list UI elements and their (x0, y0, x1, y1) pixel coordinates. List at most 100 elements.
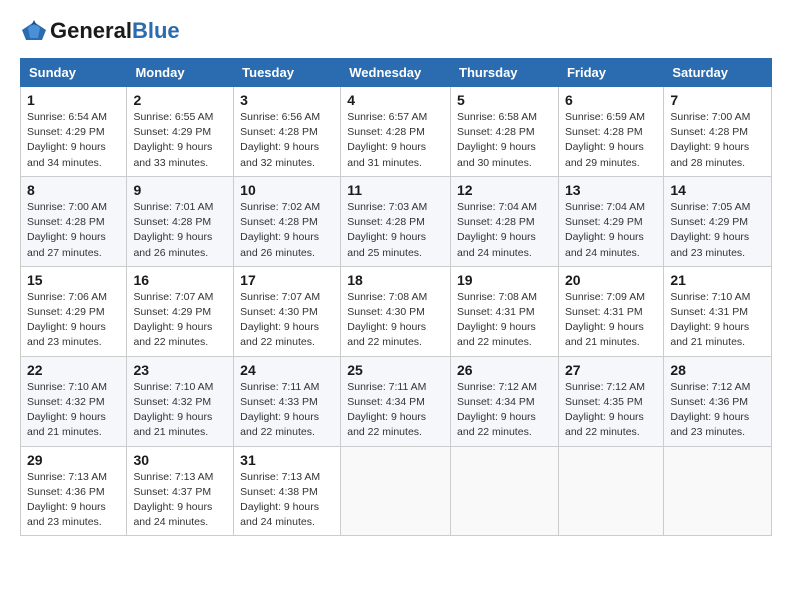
day-detail: Sunrise: 6:56 AMSunset: 4:28 PMDaylight:… (240, 110, 334, 171)
calendar-cell: 19 Sunrise: 7:08 AMSunset: 4:31 PMDayligh… (451, 266, 559, 356)
day-number: 26 (457, 362, 552, 378)
day-detail: Sunrise: 7:13 AMSunset: 4:36 PMDaylight:… (27, 470, 120, 531)
weekday-header-row: SundayMondayTuesdayWednesdayThursdayFrid… (21, 59, 772, 87)
day-detail: Sunrise: 7:09 AMSunset: 4:31 PMDaylight:… (565, 290, 657, 351)
weekday-thursday: Thursday (451, 59, 559, 87)
weekday-tuesday: Tuesday (234, 59, 341, 87)
day-detail: Sunrise: 7:11 AMSunset: 4:34 PMDaylight:… (347, 380, 444, 441)
day-number: 10 (240, 182, 334, 198)
day-detail: Sunrise: 7:04 AMSunset: 4:28 PMDaylight:… (457, 200, 552, 261)
calendar-cell: 12 Sunrise: 7:04 AMSunset: 4:28 PMDayligh… (451, 176, 559, 266)
day-number: 29 (27, 452, 120, 468)
day-detail: Sunrise: 7:07 AMSunset: 4:30 PMDaylight:… (240, 290, 334, 351)
day-detail: Sunrise: 7:07 AMSunset: 4:29 PMDaylight:… (133, 290, 227, 351)
calendar-cell: 16 Sunrise: 7:07 AMSunset: 4:29 PMDayligh… (127, 266, 234, 356)
logo-general: General (50, 18, 132, 43)
day-number: 7 (670, 92, 765, 108)
calendar-cell: 28Sunrise: 7:12 AMSunset: 4:36 PMDayligh… (664, 356, 772, 446)
week-row-2: 8 Sunrise: 7:00 AMSunset: 4:28 PMDaylight… (21, 176, 772, 266)
calendar-cell: 24 Sunrise: 7:11 AMSunset: 4:33 PMDayligh… (234, 356, 341, 446)
weekday-monday: Monday (127, 59, 234, 87)
day-number: 3 (240, 92, 334, 108)
calendar-cell: 14 Sunrise: 7:05 AMSunset: 4:29 PMDayligh… (664, 176, 772, 266)
day-number: 19 (457, 272, 552, 288)
day-number: 12 (457, 182, 552, 198)
day-detail: Sunrise: 6:57 AMSunset: 4:28 PMDaylight:… (347, 110, 444, 171)
calendar-cell: 15 Sunrise: 7:06 AMSunset: 4:29 PMDayligh… (21, 266, 127, 356)
calendar-cell: 9 Sunrise: 7:01 AMSunset: 4:28 PMDaylight… (127, 176, 234, 266)
calendar-cell: 10Sunrise: 7:02 AMSunset: 4:28 PMDayligh… (234, 176, 341, 266)
day-number: 5 (457, 92, 552, 108)
day-detail: Sunrise: 7:13 AMSunset: 4:37 PMDaylight:… (133, 470, 227, 531)
logo: GeneralBlue (20, 18, 180, 44)
week-row-1: 1Sunrise: 6:54 AMSunset: 4:29 PMDaylight… (21, 87, 772, 177)
week-row-5: 29 Sunrise: 7:13 AMSunset: 4:36 PMDayligh… (21, 446, 772, 536)
day-detail: Sunrise: 7:00 AMSunset: 4:28 PMDaylight:… (27, 200, 120, 261)
weekday-saturday: Saturday (664, 59, 772, 87)
day-detail: Sunrise: 7:10 AMSunset: 4:32 PMDaylight:… (27, 380, 120, 441)
day-detail: Sunrise: 7:13 AMSunset: 4:38 PMDaylight:… (240, 470, 334, 531)
calendar-cell: 8 Sunrise: 7:00 AMSunset: 4:28 PMDaylight… (21, 176, 127, 266)
day-detail: Sunrise: 7:10 AMSunset: 4:32 PMDaylight:… (133, 380, 227, 441)
day-detail: Sunrise: 7:04 AMSunset: 4:29 PMDaylight:… (565, 200, 657, 261)
day-number: 8 (27, 182, 120, 198)
day-detail: Sunrise: 7:00 AMSunset: 4:28 PMDaylight:… (670, 110, 765, 171)
week-row-4: 22 Sunrise: 7:10 AMSunset: 4:32 PMDayligh… (21, 356, 772, 446)
day-number: 2 (133, 92, 227, 108)
calendar-cell: 1Sunrise: 6:54 AMSunset: 4:29 PMDaylight… (21, 87, 127, 177)
day-detail: Sunrise: 7:08 AMSunset: 4:31 PMDaylight:… (457, 290, 552, 351)
day-detail: Sunrise: 7:06 AMSunset: 4:29 PMDaylight:… (27, 290, 120, 351)
calendar-cell: 26 Sunrise: 7:12 AMSunset: 4:34 PMDayligh… (451, 356, 559, 446)
day-number: 25 (347, 362, 444, 378)
day-detail: Sunrise: 7:12 AMSunset: 4:36 PMDaylight:… (670, 380, 765, 441)
calendar-cell: 13Sunrise: 7:04 AMSunset: 4:29 PMDayligh… (558, 176, 663, 266)
page: GeneralBlue SundayMondayTuesdayWednesday… (0, 0, 792, 548)
logo-text: GeneralBlue (50, 18, 180, 44)
day-detail: Sunrise: 7:11 AMSunset: 4:33 PMDaylight:… (240, 380, 334, 441)
day-number: 11 (347, 182, 444, 198)
calendar-cell: 3 Sunrise: 6:56 AMSunset: 4:28 PMDaylight… (234, 87, 341, 177)
calendar-cell (451, 446, 559, 536)
calendar-cell: 21Sunrise: 7:10 AMSunset: 4:31 PMDayligh… (664, 266, 772, 356)
calendar-cell: 25 Sunrise: 7:11 AMSunset: 4:34 PMDayligh… (341, 356, 451, 446)
calendar: SundayMondayTuesdayWednesdayThursdayFrid… (20, 58, 772, 536)
day-detail: Sunrise: 6:59 AMSunset: 4:28 PMDaylight:… (565, 110, 657, 171)
day-detail: Sunrise: 7:12 AMSunset: 4:34 PMDaylight:… (457, 380, 552, 441)
weekday-wednesday: Wednesday (341, 59, 451, 87)
calendar-cell (341, 446, 451, 536)
calendar-cell: 29 Sunrise: 7:13 AMSunset: 4:36 PMDayligh… (21, 446, 127, 536)
day-detail: Sunrise: 7:01 AMSunset: 4:28 PMDaylight:… (133, 200, 227, 261)
day-number: 21 (670, 272, 765, 288)
calendar-cell: 7 Sunrise: 7:00 AMSunset: 4:28 PMDaylight… (664, 87, 772, 177)
calendar-cell: 4 Sunrise: 6:57 AMSunset: 4:28 PMDaylight… (341, 87, 451, 177)
day-detail: Sunrise: 7:12 AMSunset: 4:35 PMDaylight:… (565, 380, 657, 441)
day-number: 23 (133, 362, 227, 378)
day-detail: Sunrise: 7:03 AMSunset: 4:28 PMDaylight:… (347, 200, 444, 261)
day-detail: Sunrise: 7:05 AMSunset: 4:29 PMDaylight:… (670, 200, 765, 261)
calendar-cell: 11 Sunrise: 7:03 AMSunset: 4:28 PMDayligh… (341, 176, 451, 266)
calendar-cell (664, 446, 772, 536)
day-number: 1 (27, 92, 120, 108)
calendar-cell: 2Sunrise: 6:55 AMSunset: 4:29 PMDaylight… (127, 87, 234, 177)
day-number: 16 (133, 272, 227, 288)
day-number: 20 (565, 272, 657, 288)
day-number: 9 (133, 182, 227, 198)
weekday-friday: Friday (558, 59, 663, 87)
header: GeneralBlue (20, 18, 772, 44)
day-detail: Sunrise: 6:58 AMSunset: 4:28 PMDaylight:… (457, 110, 552, 171)
logo-icon (20, 20, 48, 42)
day-number: 22 (27, 362, 120, 378)
calendar-cell: 23 Sunrise: 7:10 AMSunset: 4:32 PMDayligh… (127, 356, 234, 446)
day-number: 15 (27, 272, 120, 288)
day-number: 14 (670, 182, 765, 198)
day-number: 4 (347, 92, 444, 108)
day-number: 17 (240, 272, 334, 288)
calendar-cell: 18Sunrise: 7:08 AMSunset: 4:30 PMDayligh… (341, 266, 451, 356)
calendar-cell: 17 Sunrise: 7:07 AMSunset: 4:30 PMDayligh… (234, 266, 341, 356)
calendar-cell: 22 Sunrise: 7:10 AMSunset: 4:32 PMDayligh… (21, 356, 127, 446)
day-number: 24 (240, 362, 334, 378)
calendar-cell: 20 Sunrise: 7:09 AMSunset: 4:31 PMDayligh… (558, 266, 663, 356)
week-row-3: 15 Sunrise: 7:06 AMSunset: 4:29 PMDayligh… (21, 266, 772, 356)
weekday-sunday: Sunday (21, 59, 127, 87)
day-number: 31 (240, 452, 334, 468)
